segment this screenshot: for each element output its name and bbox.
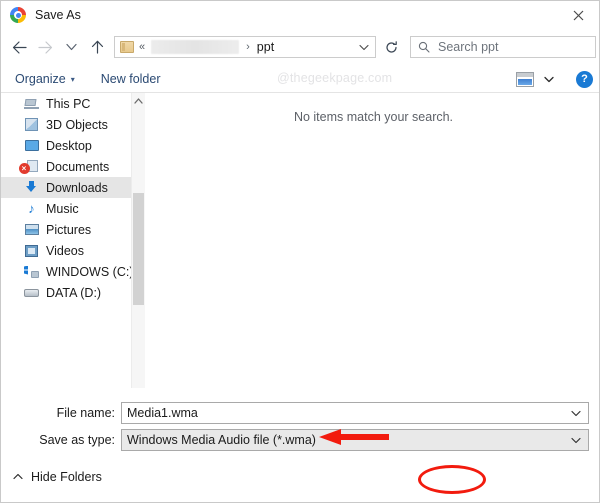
toolbar-right-group: ? — [516, 65, 593, 93]
this-pc-icon — [23, 98, 40, 109]
sidebar-item-label: Desktop — [46, 138, 92, 153]
sidebar-item-music[interactable]: ♪ Music — [1, 198, 131, 219]
pictures-icon — [23, 224, 40, 235]
navigation-bar: « › ppt Search ppt — [1, 29, 599, 65]
back-icon[interactable] — [6, 34, 32, 60]
sidebar-item-label: Downloads — [46, 180, 108, 195]
annotation-oval-highlight — [418, 465, 486, 494]
save-as-type-row: Save as type: Windows Media Audio file (… — [1, 429, 589, 451]
music-icon: ♪ — [28, 201, 35, 216]
organize-button[interactable]: Organize ▾ — [15, 72, 75, 86]
error-badge: × — [18, 163, 30, 174]
new-folder-button[interactable]: New folder — [101, 72, 161, 86]
empty-state-message: No items match your search. — [293, 110, 454, 124]
breadcrumb-redacted-path — [151, 40, 240, 54]
search-input[interactable]: Search ppt — [410, 36, 596, 58]
sidebar-item-documents[interactable]: × Documents — [1, 156, 131, 177]
sidebar-item-windows-c[interactable]: WINDOWS (C:) — [1, 261, 134, 282]
sidebar-item-label: DATA (D:) — [46, 285, 102, 300]
sidebar-item-label: Videos — [46, 243, 84, 258]
sidebar-item-label: This PC — [46, 96, 91, 111]
sidebar-item-label: Music — [46, 201, 79, 216]
breadcrumb-overflow[interactable]: « — [139, 41, 145, 53]
windows-drive-icon — [23, 266, 40, 278]
save-as-type-label: Save as type: — [39, 433, 115, 447]
chevron-up-icon[interactable] — [132, 93, 145, 109]
folder-icon — [120, 41, 134, 53]
chevron-down-icon: ▾ — [70, 74, 75, 84]
close-icon[interactable] — [556, 1, 599, 29]
file-list-pane[interactable]: No items match your search. — [146, 93, 599, 388]
file-name-label: File name: — [56, 406, 115, 420]
recent-locations-icon[interactable] — [58, 34, 84, 60]
sidebar-item-3d-objects[interactable]: 3D Objects — [1, 114, 131, 135]
sidebar-item-label: Documents — [46, 159, 110, 174]
sidebar-item-videos[interactable]: Videos — [1, 240, 131, 261]
sidebar-item-label: WINDOWS (C:) — [46, 264, 134, 279]
sidebar-item-pictures[interactable]: Pictures — [1, 219, 131, 240]
up-icon[interactable] — [84, 34, 110, 60]
forward-icon — [32, 34, 58, 60]
chevron-down-icon[interactable] — [359, 40, 369, 54]
sidebar-item-label: 3D Objects — [46, 117, 108, 132]
refresh-icon[interactable] — [378, 36, 404, 58]
save-as-type-value: Windows Media Audio file (*.wma) — [127, 433, 316, 447]
watermark: @thegeekpage.com — [277, 71, 393, 85]
media-player-icon — [10, 7, 26, 23]
search-placeholder: Search ppt — [438, 40, 499, 54]
address-bar[interactable]: « › ppt — [114, 36, 376, 58]
file-name-value: Media1.wma — [127, 406, 198, 420]
sidebar-item-downloads[interactable]: Downloads — [1, 177, 131, 198]
file-name-row: File name: Media1.wma — [1, 402, 589, 424]
chevron-down-icon[interactable] — [571, 406, 581, 420]
downloads-icon — [23, 181, 40, 194]
dialog-footer: Hide Folders Save Cancel — [1, 458, 599, 502]
save-form: File name: Media1.wma Save as type: Wind… — [1, 388, 599, 458]
data-drive-icon — [23, 288, 40, 297]
chevron-down-icon[interactable] — [571, 433, 581, 447]
new-folder-label: New folder — [100, 72, 161, 86]
hide-folders-button[interactable]: Hide Folders — [13, 470, 102, 484]
videos-icon — [23, 244, 40, 257]
sidebar-item-desktop[interactable]: Desktop — [1, 135, 131, 156]
command-toolbar: Organize ▾ New folder @thegeekpage.com ? — [1, 65, 599, 93]
sidebar-item-this-pc[interactable]: This PC — [1, 93, 131, 114]
help-icon[interactable]: ? — [576, 70, 593, 88]
desktop-icon — [23, 140, 40, 151]
documents-error-icon: × — [18, 160, 40, 174]
sidebar-item-label: Pictures — [46, 222, 92, 237]
annotation-arrow-icon — [319, 429, 389, 445]
window-title: Save As — [35, 8, 81, 22]
chevron-down-icon[interactable] — [544, 72, 554, 86]
chevron-up-icon — [13, 472, 23, 482]
breadcrumb-current-folder[interactable]: ppt — [257, 40, 274, 54]
search-icon — [418, 41, 430, 53]
breadcrumb-separator: › — [246, 41, 250, 53]
organize-label: Organize — [15, 72, 66, 86]
sidebar-item-data-d[interactable]: DATA (D:) — [1, 282, 131, 303]
save-as-dialog: Save As « › ppt Search ppt Organize ▾ Ne… — [0, 0, 600, 503]
view-layout-icon[interactable] — [516, 71, 534, 87]
file-name-field[interactable]: Media1.wma — [121, 402, 589, 424]
3d-objects-icon — [23, 118, 40, 131]
hide-folders-label: Hide Folders — [31, 470, 102, 484]
navigation-pane: This PC 3D Objects Desktop × Documents D… — [1, 93, 145, 388]
navigation-tree: This PC 3D Objects Desktop × Documents D… — [1, 93, 134, 303]
title-bar: Save As — [1, 1, 599, 29]
scrollbar-thumb[interactable] — [133, 193, 144, 305]
sidebar-scrollbar[interactable] — [131, 93, 145, 388]
